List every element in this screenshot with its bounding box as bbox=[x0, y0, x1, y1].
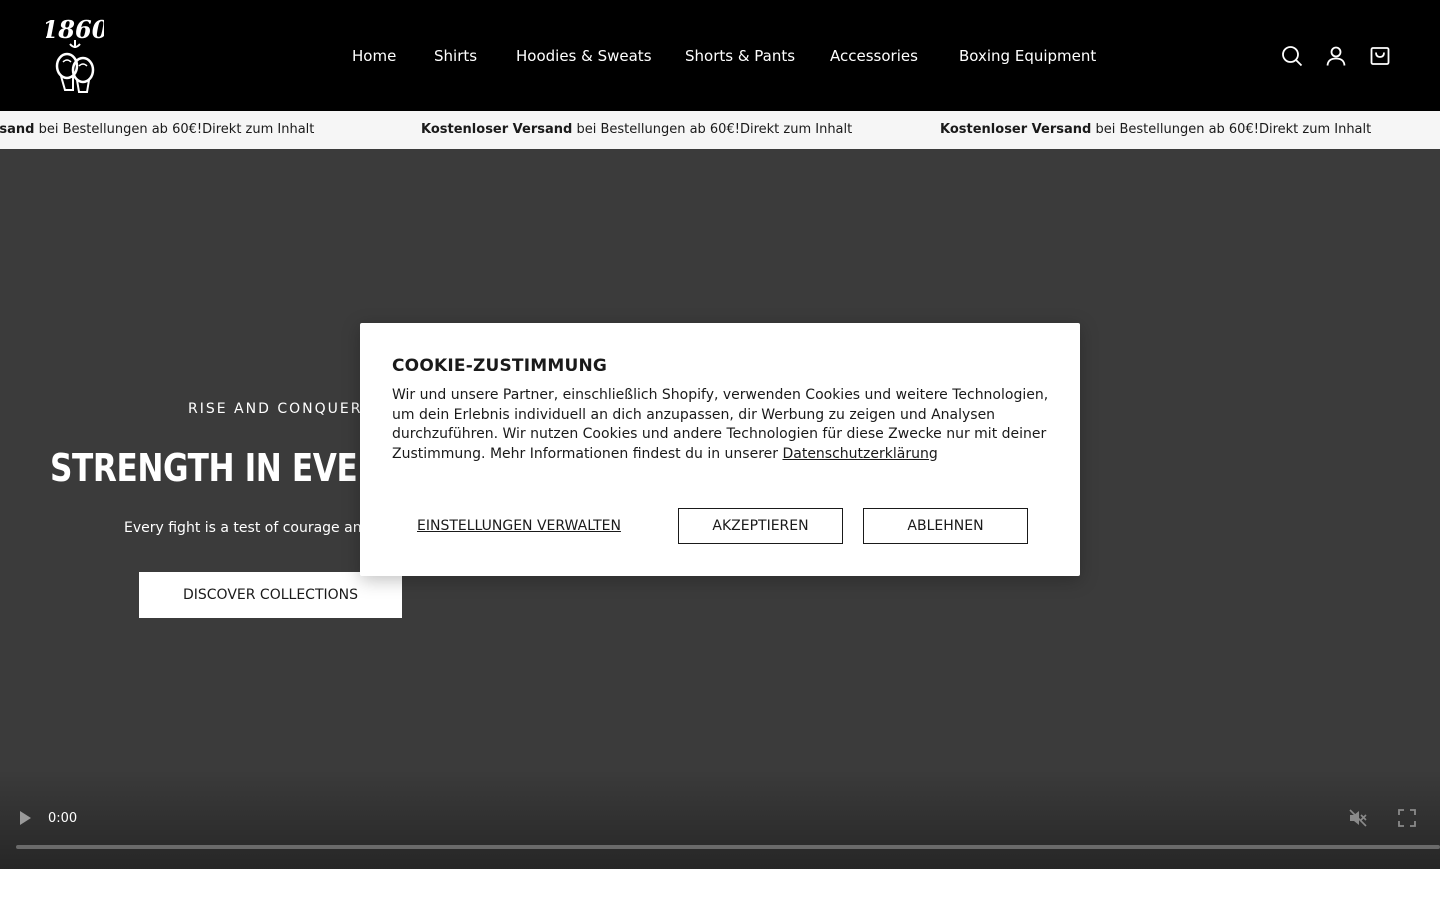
nav-item-boxing-equipment[interactable]: Boxing Equipment bbox=[959, 45, 1096, 67]
hero-kicker: RISE AND CONQUER bbox=[188, 401, 363, 417]
announcement-bold-text: Kostenloser Versand bbox=[940, 122, 1092, 137]
video-progress-bar[interactable] bbox=[16, 845, 1440, 849]
announcement-item: Kostenloser Versand bei Bestellungen ab … bbox=[421, 121, 852, 139]
skip-to-content-link[interactable]: Direkt zum Inhalt bbox=[740, 122, 852, 137]
main-navigation: Home Shirts Hoodies & Sweats Shorts & Pa… bbox=[0, 45, 1440, 67]
discover-collections-button[interactable]: DISCOVER COLLECTIONS bbox=[139, 572, 402, 618]
hero-subtitle: Every fight is a test of courage an bbox=[124, 520, 362, 536]
muted-speaker-icon[interactable] bbox=[1348, 808, 1368, 828]
announcement-bold-text: rsand bbox=[0, 122, 35, 137]
cookie-consent-dialog: COOKIE-ZUSTIMMUNG Wir und unsere Partner… bbox=[360, 323, 1080, 576]
nav-item-accessories[interactable]: Accessories bbox=[830, 45, 918, 67]
cookie-title: COOKIE-ZUSTIMMUNG bbox=[392, 356, 608, 376]
privacy-policy-link[interactable]: Datenschutzerklärung bbox=[782, 446, 937, 462]
fullscreen-icon[interactable] bbox=[1398, 809, 1416, 827]
accept-button[interactable]: AKZEPTIEREN bbox=[678, 508, 843, 544]
video-controls: 0:00 bbox=[0, 798, 1440, 838]
nav-item-shorts-pants[interactable]: Shorts & Pants bbox=[685, 45, 795, 67]
search-icon[interactable] bbox=[1280, 44, 1304, 68]
announcement-text: bei Bestellungen ab 60€! bbox=[572, 122, 740, 137]
announcement-text: bei Bestellungen ab 60€! bbox=[1091, 122, 1259, 137]
nav-item-shirts[interactable]: Shirts bbox=[434, 45, 477, 67]
manage-settings-button[interactable]: EINSTELLUNGEN VERWALTEN bbox=[417, 516, 621, 536]
skip-to-content-link[interactable]: Direkt zum Inhalt bbox=[1259, 122, 1371, 137]
announcement-bar: rsand bei Bestellungen ab 60€!Direkt zum… bbox=[0, 111, 1440, 149]
skip-to-content-link[interactable]: Direkt zum Inhalt bbox=[202, 122, 314, 137]
announcement-bold-text: Kostenloser Versand bbox=[421, 122, 573, 137]
play-icon[interactable] bbox=[18, 810, 32, 826]
hero-title: STRENGTH IN EVERY bbox=[50, 446, 402, 490]
cookie-body-text: Wir und unsere Partner, einschließlich S… bbox=[392, 387, 1049, 462]
announcement-text: bei Bestellungen ab 60€! bbox=[34, 122, 203, 137]
announcement-item: rsand bei Bestellungen ab 60€!Direkt zum… bbox=[0, 121, 314, 139]
cart-icon[interactable] bbox=[1368, 44, 1392, 68]
video-time: 0:00 bbox=[48, 811, 78, 826]
cookie-body: Wir und unsere Partner, einschließlich S… bbox=[392, 386, 1052, 464]
site-header: 1860 Home Shirts Hoodies & Sweats Shorts… bbox=[0, 0, 1440, 111]
announcement-item: Kostenloser Versand bei Bestellungen ab … bbox=[940, 121, 1371, 139]
decline-button[interactable]: ABLEHNEN bbox=[863, 508, 1028, 544]
nav-item-hoodies-sweats[interactable]: Hoodies & Sweats bbox=[516, 45, 652, 67]
svg-text:1860: 1860 bbox=[46, 15, 104, 44]
nav-item-home[interactable]: Home bbox=[352, 45, 396, 67]
account-icon[interactable] bbox=[1324, 44, 1348, 68]
